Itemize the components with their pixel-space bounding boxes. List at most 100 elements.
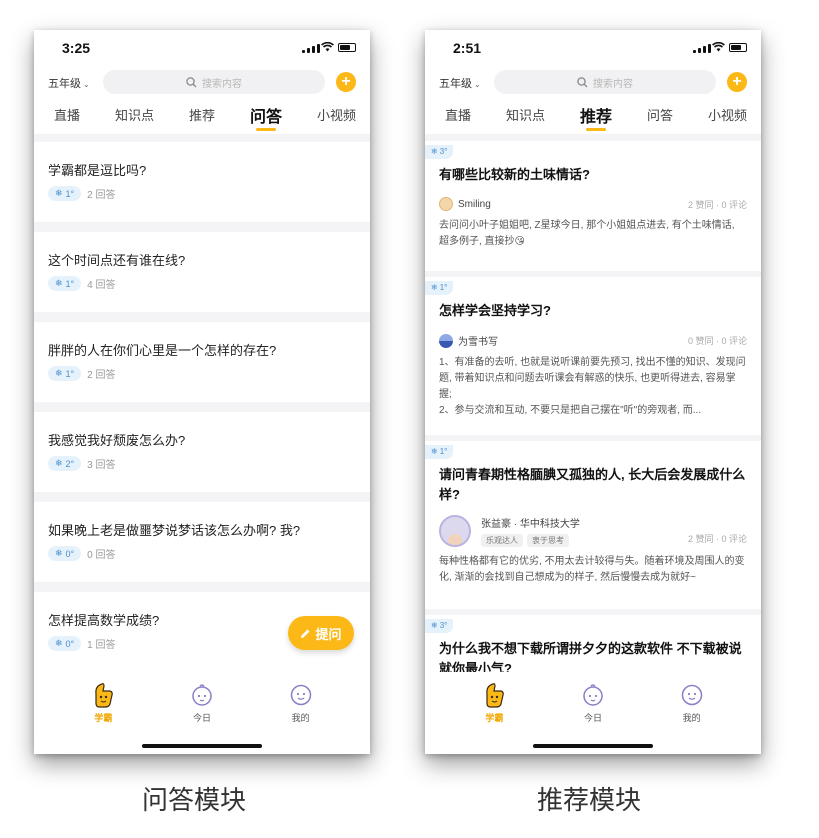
snowflake-icon: ❄	[431, 283, 438, 292]
author-badge: 衷于思考	[527, 534, 569, 547]
top-bar: 五年级 ⌄ 搜索内容 +	[425, 66, 761, 98]
excerpt-line: 2、参与交流和互动, 不要只是把自己摆在"听"的旁观者, 而...	[439, 405, 702, 416]
heat-value: 1°	[439, 447, 448, 456]
card-stats: 0 赞同 · 0 评论	[687, 336, 747, 346]
tab-knowledge[interactable]: 知识点	[115, 98, 154, 134]
chevron-down-icon: ⌄	[474, 80, 481, 89]
bottom-tab-xueba[interactable]: 学霸	[464, 672, 524, 754]
search-input[interactable]: 搜索内容	[494, 70, 716, 94]
avatar[interactable]	[439, 333, 453, 348]
thumbs-up-mascot-icon	[95, 683, 114, 708]
bottom-tab-today[interactable]: 今日	[172, 672, 232, 754]
author-name[interactable]: Smiling	[458, 199, 491, 210]
home-indicator	[142, 744, 262, 748]
answer-count: 2 回答	[87, 190, 116, 201]
heat-value: 3°	[439, 147, 448, 156]
question-card[interactable]: 学霸都是逗比吗? ❄ 1° 2 回答	[34, 142, 370, 222]
answer-count: 4 回答	[87, 280, 116, 291]
status-bar: 3:25	[34, 30, 370, 66]
card-excerpt: 去问问小叶子姐姐吧, Z星球今日, 那个小姐姐点进去, 有个土味情话, 超多例子…	[439, 220, 735, 247]
ask-question-button[interactable]: 提问	[288, 616, 354, 650]
add-button[interactable]: +	[336, 72, 356, 92]
bottom-tab-me[interactable]: 我的	[662, 672, 722, 754]
thumbs-up-mascot-icon	[486, 683, 505, 708]
heat-tag: ❄ 3°	[425, 618, 454, 633]
heat-tag: ❄ 1°	[425, 280, 454, 295]
bottom-tab-label: 学霸	[94, 713, 113, 723]
question-card[interactable]: 如果晚上老是做噩梦说梦话该怎么办啊? 我? ❄ 0° 0 回答	[34, 502, 370, 582]
bottom-tab-label: 我的	[682, 713, 701, 723]
snowflake-icon: ❄	[55, 368, 63, 378]
answer-count: 0 回答	[87, 550, 116, 561]
avatar[interactable]	[439, 197, 453, 211]
search-placeholder: 搜索内容	[593, 78, 633, 90]
search-icon	[577, 76, 588, 87]
answer-count: 1 回答	[87, 640, 116, 651]
tab-recommend[interactable]: 推荐	[189, 98, 215, 134]
card-stats: 2 赞同 · 0 评论	[687, 199, 747, 210]
heat-value: 3°	[439, 621, 448, 630]
tab-recommend[interactable]: 推荐	[580, 98, 612, 134]
question-card[interactable]: 这个时间点还有谁在线? ❄ 1° 4 回答	[34, 232, 370, 312]
heat-value: 1°	[439, 283, 448, 292]
grade-label: 五年级	[439, 78, 472, 90]
tab-live[interactable]: 直播	[445, 98, 471, 134]
recommend-card[interactable]: ❄ 1° 怎样学会坚持学习? 为雪书写 0 赞同 · 0 评论 1、有准备的去听,…	[425, 277, 761, 435]
tab-qa[interactable]: 问答	[647, 98, 673, 134]
recommend-card[interactable]: ❄ 3° 有哪些比较新的土味情话? Smiling 2 赞同 · 0 评论 去问问…	[425, 141, 761, 271]
tab-knowledge[interactable]: 知识点	[506, 98, 545, 134]
battery-icon	[338, 43, 356, 52]
baby-face-icon	[192, 684, 212, 706]
bottom-tab-today[interactable]: 今日	[563, 672, 623, 754]
card-stats: 2 赞同 · 0 评论	[687, 534, 747, 544]
grade-selector[interactable]: 五年级 ⌄	[48, 75, 90, 91]
question-card[interactable]: 胖胖的人在你们心里是一个怎样的存在? ❄ 1° 2 回答	[34, 322, 370, 402]
add-button[interactable]: +	[727, 72, 747, 92]
avatar[interactable]	[439, 515, 471, 547]
author-name[interactable]: 张益豪 · 华中科技大学	[481, 515, 580, 530]
bottom-tab-me[interactable]: 我的	[271, 672, 331, 754]
heat-value: 0°	[65, 638, 75, 649]
bottom-tab-label: 学霸	[485, 713, 504, 723]
card-title: 请问青春期性格腼腆又孤独的人, 长大后会发展成什么样?	[439, 467, 746, 502]
chevron-down-icon: ⌄	[83, 80, 90, 89]
heat-pill: ❄ 0°	[48, 546, 82, 561]
battery-icon	[729, 43, 747, 52]
snowflake-icon: ❄	[55, 188, 63, 198]
question-card[interactable]: 我感觉我好颓废怎么办? ❄ 2° 3 回答	[34, 412, 370, 492]
heat-pill: ❄ 1°	[48, 276, 82, 291]
status-time: 2:51	[453, 40, 482, 56]
author-name[interactable]: 为雪书写	[458, 333, 498, 348]
signal-icon	[302, 44, 320, 53]
heat-tag: ❄ 3°	[425, 144, 454, 159]
tab-live[interactable]: 直播	[54, 98, 80, 134]
status-bar: 2:51	[425, 30, 761, 66]
recommend-card[interactable]: ❄ 1° 请问青春期性格腼腆又孤独的人, 长大后会发展成什么样? 张益豪 · 华中…	[425, 441, 761, 609]
snowflake-icon: ❄	[55, 278, 63, 288]
top-bar: 五年级 ⌄ 搜索内容 +	[34, 66, 370, 98]
heat-value: 1°	[65, 278, 75, 289]
tab-short-video[interactable]: 小视频	[317, 98, 356, 134]
heat-pill: ❄ 1°	[48, 366, 82, 381]
heat-value: 2°	[65, 458, 75, 469]
answer-count: 2 回答	[87, 370, 116, 381]
bottom-tab-bar: 学霸 今日 我的	[34, 672, 370, 754]
grade-selector[interactable]: 五年级 ⌄	[439, 75, 481, 91]
snowflake-icon: ❄	[55, 458, 63, 468]
ask-button-label: 提问	[315, 626, 342, 642]
question-title: 胖胖的人在你们心里是一个怎样的存在?	[48, 343, 277, 358]
grade-label: 五年级	[48, 78, 81, 90]
search-input[interactable]: 搜索内容	[103, 70, 325, 94]
home-indicator	[533, 744, 653, 748]
question-title: 如果晚上老是做噩梦说梦话该怎么办啊? 我?	[48, 523, 301, 538]
bottom-tab-xueba[interactable]: 学霸	[73, 672, 133, 754]
right-phone-screen: 2:51 五年级 ⌄ 搜索内容 + 直播 知识点 推荐 问答 小视频 ❄ 3° 有哪…	[425, 30, 761, 754]
heat-value: 0°	[65, 548, 75, 559]
tab-short-video[interactable]: 小视频	[708, 98, 747, 134]
heat-pill: ❄ 1°	[48, 186, 82, 201]
left-phone-screen: 3:25 五年级 ⌄ 搜索内容 + 直播 知识点 推荐 问答 小视频 学霸都是逗比…	[34, 30, 370, 754]
tab-qa[interactable]: 问答	[250, 98, 282, 134]
signal-icon	[693, 44, 711, 53]
recommend-feed: ❄ 3° 有哪些比较新的土味情话? Smiling 2 赞同 · 0 评论 去问问…	[425, 138, 761, 754]
card-title: 有哪些比较新的土味情话?	[439, 167, 590, 182]
